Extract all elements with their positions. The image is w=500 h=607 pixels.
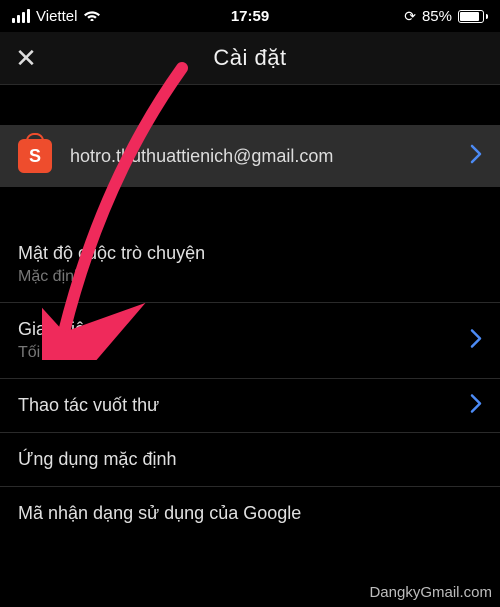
chevron-right-icon	[470, 144, 482, 169]
account-email: hotro.thuthuattienich@gmail.com	[70, 146, 452, 167]
carrier-label: Viettel	[36, 8, 77, 25]
row-default-apps[interactable]: Ứng dụng mặc định	[0, 433, 500, 486]
battery-percent: 85%	[422, 8, 452, 25]
chevron-right-icon	[470, 393, 482, 418]
row-conversation-density[interactable]: Mật độ cuộc trò chuyện Mặc định	[0, 227, 500, 302]
row-label: Ứng dụng mặc định	[18, 449, 482, 470]
cellular-signal-icon	[12, 9, 30, 23]
row-label: Thao tác vuốt thư	[18, 395, 482, 416]
row-label: Giao diện	[18, 319, 482, 340]
row-theme[interactable]: Giao diện Tối	[0, 303, 500, 378]
row-value: Tối	[18, 344, 482, 362]
row-swipe-actions[interactable]: Thao tác vuốt thư	[0, 379, 500, 432]
status-bar: Viettel 17:59 ⟳ 85%	[0, 0, 500, 32]
account-row[interactable]: S hotro.thuthuattienich@gmail.com	[0, 125, 500, 187]
close-icon[interactable]: ✕	[0, 32, 52, 84]
shopee-icon: S	[18, 139, 52, 173]
watermark: DangkyGmail.com	[369, 584, 492, 601]
wifi-icon	[83, 7, 101, 25]
settings-list: Mật độ cuộc trò chuyện Mặc định Giao diệ…	[0, 227, 500, 540]
page-title: Cài đặt	[213, 45, 286, 71]
row-google-id[interactable]: Mã nhận dạng sử dụng của Google	[0, 487, 500, 540]
row-label: Mật độ cuộc trò chuyện	[18, 243, 482, 264]
row-label: Mã nhận dạng sử dụng của Google	[18, 503, 482, 524]
chevron-right-icon	[470, 328, 482, 353]
row-value: Mặc định	[18, 268, 482, 286]
header: ✕ Cài đặt	[0, 32, 500, 84]
rotation-lock-icon: ⟳	[404, 8, 416, 25]
battery-icon	[458, 10, 488, 23]
clock: 17:59	[231, 8, 269, 25]
